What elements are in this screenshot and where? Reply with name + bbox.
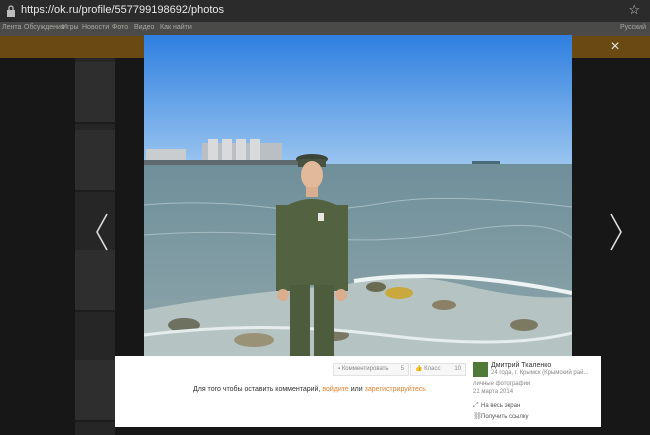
fullscreen-button[interactable]: ⤢ На весь экран [473, 402, 520, 410]
comment-stat-button[interactable]: ▪ Комментировать 5 [333, 363, 409, 376]
author-avatar[interactable] [473, 362, 488, 377]
nav-item[interactable]: Как найти [160, 24, 192, 31]
nav-item[interactable]: Новости [82, 24, 109, 31]
chevron-left-icon [96, 213, 108, 251]
background-thumbnail [75, 62, 115, 124]
close-viewer-button[interactable]: × [606, 38, 624, 56]
browser-address-bar[interactable]: https://ok.ru/profile/557799198692/photo… [0, 0, 650, 23]
close-icon: × [610, 38, 620, 55]
previous-photo-button[interactable] [92, 212, 112, 252]
login-link[interactable]: войдите [322, 386, 348, 393]
class-count: 10 [454, 366, 461, 372]
class-like-button[interactable]: 👍 Класс 10 [410, 363, 466, 376]
fullscreen-label: На весь экран [481, 403, 521, 409]
lock-icon [7, 5, 15, 17]
photo-date: 21 марта 2014 [473, 389, 514, 395]
author-location: 24 года, г. Крымск (Крымский рай... [491, 370, 589, 376]
comment-login-prompt: Для того чтобы оставить комментарий, вой… [193, 386, 426, 393]
background-thumbnail [75, 130, 115, 192]
main-photo[interactable] [144, 35, 572, 356]
thumbs-up-icon: 👍 [415, 366, 423, 372]
expand-icon: ⤢ [473, 402, 479, 409]
nav-item[interactable]: Обсуждения [24, 24, 65, 31]
get-link-label: Получить ссылку [481, 414, 529, 420]
nav-item[interactable]: Игры [62, 24, 79, 31]
photo-illustration [144, 35, 572, 356]
album-name[interactable]: личные фотографии [473, 381, 530, 387]
comment-prompt-or: или [348, 386, 365, 393]
comment-icon: ▪ [338, 366, 341, 372]
comment-prompt-text: Для того чтобы оставить комментарий, [193, 386, 323, 393]
author-name[interactable]: Дмитрий Ткаленко [491, 362, 551, 369]
nav-item[interactable]: Видео [134, 24, 154, 31]
link-icon: ⛓ [473, 413, 482, 420]
nav-item[interactable]: Лента [2, 24, 21, 31]
background-thumbnail [75, 360, 115, 422]
nav-item[interactable]: Фото [112, 24, 128, 31]
photo-info-panel: ▪ Комментировать 5 👍 Класс 10 Для того ч… [115, 356, 601, 427]
get-link-button[interactable]: ⛓Получить ссылку [473, 412, 529, 420]
class-label: Класс [424, 366, 441, 372]
background-thumbnail [75, 250, 115, 312]
bookmark-star-icon[interactable]: ☆ [628, 2, 640, 18]
comment-count: 5 [400, 366, 404, 372]
register-link[interactable]: зарегистрируйтесь [365, 386, 426, 393]
url-text[interactable]: https://ok.ru/profile/557799198692/photo… [21, 4, 224, 16]
chevron-right-icon [610, 213, 622, 251]
site-nav-strip: Лента Обсуждения Игры Новости Фото Видео… [0, 22, 650, 36]
language-switch[interactable]: Русский [620, 24, 646, 31]
comment-label: Комментировать [341, 366, 389, 372]
next-photo-button[interactable] [606, 212, 626, 252]
